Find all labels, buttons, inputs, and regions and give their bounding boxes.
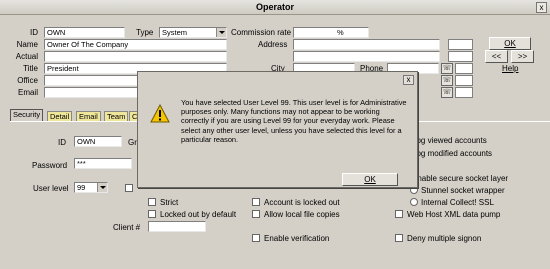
deny-signon-checkbox[interactable] — [395, 234, 403, 242]
account-locked-checkbox[interactable] — [252, 198, 260, 206]
dialog-ok-button[interactable]: OK — [342, 173, 398, 186]
id-label: ID — [30, 28, 38, 37]
password-field[interactable]: *** — [74, 158, 132, 169]
fax-dial-icon[interactable]: ☏ — [441, 87, 453, 98]
commission-unit: % — [337, 28, 344, 37]
enable-ssl-label: Enable secure socket layer — [412, 174, 509, 183]
strict-checkbox[interactable] — [148, 198, 156, 206]
locked-default-label: Locked out by default — [160, 210, 237, 219]
id-field[interactable]: OWN — [44, 27, 125, 38]
dialog-message: You have selected User Level 99. This us… — [181, 98, 407, 144]
warning-dialog: x You have selected User Level 99. This … — [137, 71, 418, 188]
warning-icon — [150, 104, 170, 123]
dialog-close-button[interactable]: x — [403, 75, 414, 85]
group-label: Gr — [128, 138, 137, 147]
email-label: Email — [17, 88, 38, 97]
address-field[interactable] — [293, 39, 440, 50]
help-button[interactable]: Help — [502, 64, 518, 73]
allow-local-checkbox[interactable] — [252, 210, 260, 218]
office-label: Office — [17, 76, 38, 85]
actual-field[interactable] — [44, 51, 227, 62]
phone-dial-icon[interactable]: ☏ — [441, 63, 453, 74]
address-line2-extra[interactable] — [448, 51, 473, 62]
user-level-select[interactable]: 99 — [74, 182, 108, 193]
deny-signon-label: Deny multiple signon — [407, 234, 482, 243]
user-level-value: 99 — [77, 183, 86, 192]
office-ext-field[interactable] — [455, 75, 473, 86]
next-button[interactable]: >> — [511, 50, 534, 63]
address-label: Address — [258, 40, 288, 49]
webhost-xml-label: Web Host XML data pump — [407, 210, 501, 219]
commission-rate-label: Commission rate — [231, 28, 292, 37]
address-line2-field[interactable] — [293, 51, 440, 62]
name-label: Name — [16, 40, 38, 49]
type-select[interactable]: System — [159, 27, 227, 38]
locked-default-checkbox[interactable] — [148, 210, 156, 218]
phone-ext-field[interactable] — [455, 63, 473, 74]
office-phone-dial-icon[interactable]: ☏ — [441, 75, 453, 86]
strict-label: Strict — [160, 198, 179, 207]
security-id-field[interactable]: OWN — [74, 136, 122, 147]
previous-button[interactable]: << — [485, 50, 508, 63]
name-field[interactable]: Owner Of The Company — [44, 39, 227, 50]
type-label: Type — [136, 28, 154, 37]
webhost-xml-checkbox[interactable] — [395, 210, 403, 218]
password-label: Password — [32, 161, 68, 170]
log-viewed-label: Log viewed accounts — [412, 136, 487, 145]
user-level-label: User level — [33, 184, 69, 193]
ok-button[interactable]: OK — [489, 37, 531, 50]
client-label: Client # — [113, 223, 141, 232]
window-title: Operator — [255, 2, 294, 12]
client-field[interactable] — [148, 221, 206, 232]
account-locked-label: Account is locked out — [264, 198, 340, 207]
enable-verification-checkbox[interactable] — [252, 234, 260, 242]
log-modified-label: Log modified accounts — [412, 149, 493, 158]
security-id-label: ID — [58, 138, 66, 147]
chevron-down-icon[interactable] — [97, 183, 107, 192]
address-extra-field[interactable] — [448, 39, 473, 50]
stunnel-label: Stunnel socket wrapper — [421, 186, 505, 195]
title-label: Title — [23, 64, 38, 73]
title-bar: Operator x — [0, 0, 550, 15]
internal-ssl-radio[interactable] — [410, 198, 418, 206]
commission-rate-field[interactable]: % — [293, 27, 369, 38]
hidden-checkbox[interactable] — [125, 184, 133, 192]
internal-ssl-label: Internal Collect! SSL — [421, 198, 494, 207]
window-close-button[interactable]: x — [536, 2, 547, 13]
enable-verification-label: Enable verification — [264, 234, 330, 243]
type-select-value: System — [162, 28, 188, 37]
chevron-down-icon[interactable] — [216, 28, 226, 37]
allow-local-label: Allow local file copies — [264, 210, 340, 219]
fax-ext-field[interactable] — [455, 87, 473, 98]
actual-label: Actual — [15, 52, 38, 61]
